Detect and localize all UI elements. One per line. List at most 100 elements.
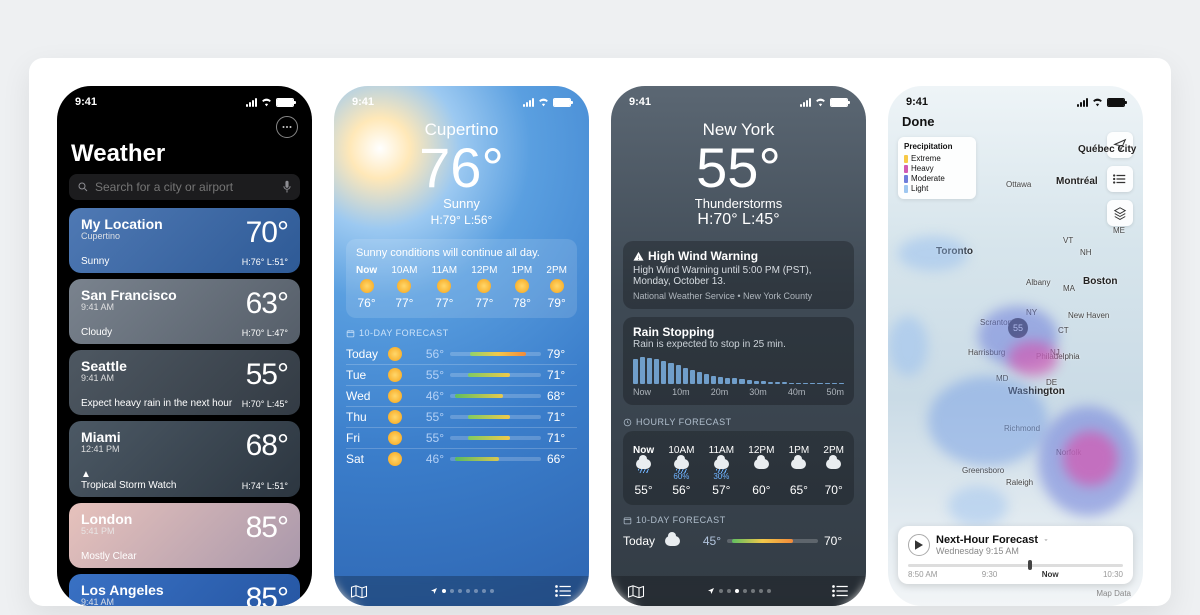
wifi-icon — [260, 97, 273, 107]
map-city: ME — [1113, 226, 1125, 235]
scrubber-thumb[interactable] — [1028, 560, 1032, 570]
city-cond: Expect heavy rain in the next hour — [81, 398, 232, 409]
more-row — [57, 110, 312, 138]
playback-title: Next-Hour Forecast — [936, 534, 1050, 546]
location-arrow-icon — [430, 587, 438, 595]
map-icon[interactable] — [350, 584, 368, 598]
rainy-icon — [674, 459, 689, 469]
battery-icon — [553, 98, 571, 107]
hourly-row[interactable]: Now55°10AM60%56°11AM30%57°12PM60°1PM65°2… — [633, 445, 844, 497]
search-input[interactable] — [95, 180, 276, 194]
search-field[interactable] — [69, 174, 300, 200]
phone-precip-map: 9:41 Done Precipitation ExtremeHeavyMode… — [888, 86, 1143, 606]
high-temp: 71° — [547, 410, 577, 424]
map-city: Raleigh — [1006, 478, 1033, 487]
city-cond: ▲Tropical Storm Watch — [81, 469, 176, 491]
status-icons — [800, 97, 848, 107]
city-temp: 85° — [246, 511, 288, 545]
map-city-big: Boston — [1083, 276, 1117, 287]
map-city: NH — [1080, 248, 1092, 257]
city-name: Miami — [81, 429, 121, 445]
city-name: San Francisco — [81, 287, 177, 303]
hour-label: Now — [356, 265, 377, 276]
section-10day-title: 10-DAY FORECAST — [334, 326, 589, 340]
city-card[interactable]: Seattle9:41 AM55° Expect heavy rain in t… — [69, 350, 300, 415]
city-card[interactable]: Miami12:41 PM68° ▲Tropical Storm WatchH:… — [69, 421, 300, 497]
next-hour-precip[interactable]: Rain Stopping Rain is expected to stop i… — [623, 317, 854, 405]
legend-label: Moderate — [911, 174, 945, 183]
layers-button[interactable] — [1107, 200, 1133, 226]
temp-range-bar — [450, 457, 541, 461]
forecast-row[interactable]: Wed46°68° — [346, 385, 577, 406]
radar-blob — [1063, 431, 1118, 486]
rain-tick: 20m — [711, 387, 729, 397]
high-temp: 71° — [547, 368, 577, 382]
playback-card[interactable]: Next-Hour Forecast Wednesday 9:15 AM 8:5… — [898, 526, 1133, 584]
done-button[interactable]: Done — [902, 114, 935, 129]
sun-icon — [388, 347, 402, 361]
tick-label: Now — [1042, 570, 1059, 579]
rainy-icon — [636, 459, 651, 469]
forecast-row[interactable]: Tue55°71° — [346, 364, 577, 385]
page-dots[interactable] — [430, 587, 494, 595]
page-dots[interactable] — [707, 587, 771, 595]
more-button[interactable] — [276, 116, 298, 138]
cloud-icon — [665, 536, 680, 546]
forecast-row[interactable]: Thu55°71° — [346, 406, 577, 427]
play-button[interactable] — [908, 534, 930, 556]
hero: New York 55° Thunderstorms H:70° L:45° — [611, 110, 866, 231]
day-label: Fri — [346, 431, 382, 445]
hourly-row[interactable]: Now76°10AM77°11AM77°12PM77°1PM78°2PM79° — [356, 265, 567, 310]
rain-desc: Rain is expected to stop in 25 min. — [633, 339, 844, 350]
signal-icon — [246, 98, 257, 107]
rain-tick: Now — [633, 387, 651, 397]
city-card[interactable]: Los Angeles9:41 AM85° Sunny — [69, 574, 300, 606]
cloud-icon — [826, 459, 841, 469]
clock-icon — [623, 418, 632, 427]
hour-col: Now76° — [356, 265, 377, 310]
rain-x-axis: Now10m20m30m40m50m — [633, 387, 844, 397]
sun-icon — [477, 279, 491, 293]
forecast-list[interactable]: Today 45° 70° — [623, 531, 854, 551]
city-card[interactable]: London5:41 PM85° Mostly Clear — [69, 503, 300, 568]
list-icon[interactable] — [555, 584, 573, 598]
map-attribution[interactable]: Map Data — [1096, 589, 1131, 598]
legend-row: Light — [904, 184, 970, 193]
city-card[interactable]: San Francisco9:41 AM63° CloudyH:70° L:47… — [69, 279, 300, 344]
scrubber-track[interactable] — [908, 564, 1123, 567]
radar-blob — [928, 376, 1048, 466]
forecast-row[interactable]: Today56°79° — [346, 344, 577, 364]
sun-icon — [388, 431, 402, 445]
city-sub: Cupertino — [81, 231, 163, 241]
battery-icon — [1107, 98, 1125, 107]
temp-range-bar — [450, 436, 541, 440]
forecast-list[interactable]: Today56°79°Tue55°71°Wed46°68°Thu55°71°Fr… — [346, 344, 577, 469]
signal-icon — [523, 98, 534, 107]
current-temp: 55° — [611, 140, 866, 196]
map-icon[interactable] — [627, 584, 645, 598]
hour-col: 11AM77° — [432, 265, 457, 310]
hourly-panel[interactable]: Now55°10AM60%56°11AM30%57°12PM60°1PM65°2… — [623, 431, 854, 505]
list-icon[interactable] — [832, 584, 850, 598]
mic-icon[interactable] — [282, 180, 292, 194]
forecast-row[interactable]: Sat46°66° — [346, 448, 577, 469]
city-card[interactable]: My LocationCupertino70° SunnyH:76° L:51° — [69, 208, 300, 273]
status-bar: 9:41 — [888, 86, 1143, 110]
sun-icon — [388, 410, 402, 424]
day-label: Today — [346, 347, 382, 361]
city-temp: 70° — [246, 216, 288, 250]
city-name: Los Angeles — [81, 582, 164, 598]
low-temp: 46° — [414, 452, 444, 466]
forecast-row[interactable]: Fri55°71° — [346, 427, 577, 448]
rain-tick: 10m — [672, 387, 690, 397]
forecast-row[interactable]: Today 45° 70° — [623, 531, 854, 551]
city-sub: 9:41 AM — [81, 597, 164, 606]
city-name: My Location — [81, 216, 163, 232]
hi-lo: H:70° L:45° — [611, 211, 866, 229]
hourly-panel[interactable]: Sunny conditions will continue all day. … — [346, 239, 577, 318]
battery-icon — [830, 98, 848, 107]
weather-alert[interactable]: High Wind Warning High Wind Warning unti… — [623, 241, 854, 309]
hour-temp: 79° — [548, 296, 566, 310]
phone-city-detail-sunny: 9:41 Cupertino 76° Sunny H:79° L:56° Sun… — [334, 86, 589, 606]
list-button[interactable] — [1107, 166, 1133, 192]
